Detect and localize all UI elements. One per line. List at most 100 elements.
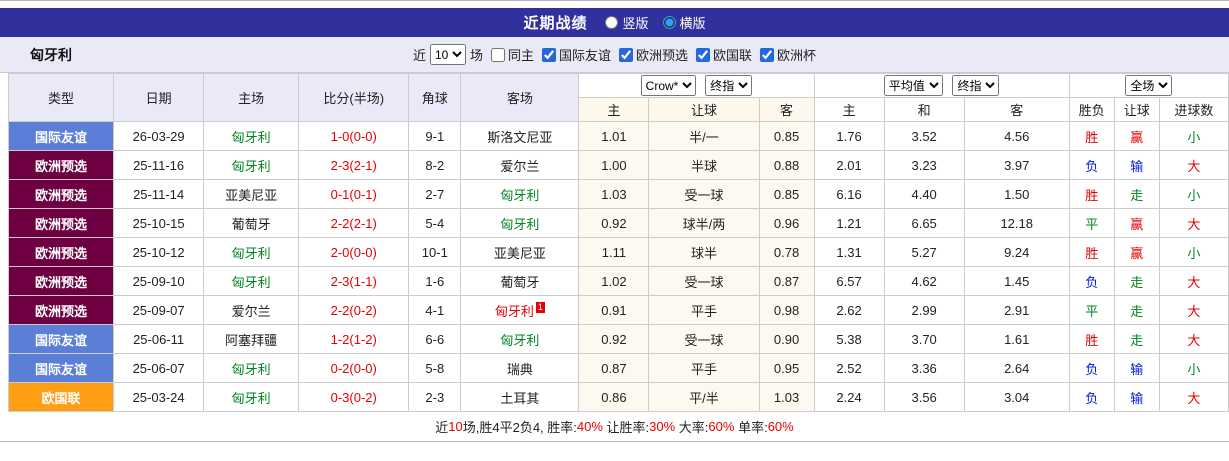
away-team-link[interactable]: 爱尔兰 [460,150,580,180]
match-score-link[interactable]: 2-3(2-1) [298,150,410,180]
match-date: 25-09-10 [113,266,205,296]
match-score-link[interactable]: 2-0(0-0) [298,237,410,267]
match-count-select[interactable]: 10 [429,44,466,65]
col-header-odds-away: 客 [758,97,815,122]
avg-draw-odds: 3.56 [883,382,965,412]
match-score-link[interactable]: 1-0(0-0) [298,121,410,151]
home-team-link[interactable]: 匈牙利 [203,150,300,180]
bookmaker-handicap: 球半/两 [648,208,760,238]
match-score-link[interactable]: 1-2(1-2) [298,324,410,354]
horizontal-layout-radio[interactable]: 横版 [662,13,706,32]
home-team-link[interactable]: 匈牙利 [203,382,300,412]
match-score-link[interactable]: 0-3(0-2) [298,382,410,412]
home-team-link[interactable]: 亚美尼亚 [203,179,300,209]
corner-count: 5-8 [408,353,462,383]
avg-home-odds: 1.21 [813,208,885,238]
avg-away-odds: 1.50 [963,179,1070,209]
home-team-link[interactable]: 爱尔兰 [203,295,300,325]
filter-checkbox-0[interactable]: 同主 [490,45,534,64]
win-loss-result: 负 [1068,150,1115,180]
corner-count: 2-7 [408,179,462,209]
match-row: 欧洲预选 25-09-10 匈牙利 2-3(1-1) 1-6 葡萄牙 1.02 受一球 0.87… [7,266,1229,296]
bookmaker-handicap: 半球 [648,150,760,180]
win-loss-result: 负 [1068,382,1115,412]
summary-segment: 40% [576,419,603,434]
corner-count: 9-1 [408,121,462,151]
match-score-link[interactable]: 2-2(0-2) [298,295,410,325]
handicap-result: 赢 [1113,121,1160,151]
away-team-link[interactable]: 斯洛文尼亚 [460,121,580,151]
handicap-result: 赢 [1113,208,1160,238]
goal-total-result: 小 [1158,121,1229,151]
bookmaker-select[interactable]: Crow* [640,75,696,96]
bookmaker-odds-time-select[interactable]: 终指 [705,75,753,96]
away-team-link[interactable]: 匈牙利 [460,324,580,354]
avg-draw-odds: 3.23 [883,150,965,180]
bookmaker-away-odds: 1.03 [758,382,815,412]
recent-results-panel: 近期战绩 竖版 横版 匈牙利 近 10 场 同主 国际友谊 欧洲预选 欧国联 欧洲杯 类型… [0,0,1229,445]
home-team-link[interactable]: 匈牙利 [203,121,300,151]
avg-away-odds: 1.45 [963,266,1070,296]
fulltime-select[interactable]: 全场 [1125,75,1173,96]
match-score-link[interactable]: 2-3(1-1) [298,266,410,296]
home-team-link[interactable]: 阿塞拜疆 [203,324,300,354]
match-row: 欧洲预选 25-09-07 爱尔兰 2-2(0-2) 4-1 匈牙利 1 0.91 平手 0.98… [7,295,1229,325]
filter-checkbox-1[interactable]: 国际友谊 [541,45,611,64]
win-loss-result: 平 [1068,208,1115,238]
avg-draw-odds: 3.52 [883,121,965,151]
filter-checkbox-3[interactable]: 欧国联 [696,45,752,64]
home-team-link[interactable]: 匈牙利 [203,237,300,267]
away-team-link[interactable]: 匈牙利 1 [460,295,580,325]
checkbox-input[interactable] [619,47,633,62]
avg-draw-odds: 4.40 [883,179,965,209]
home-team-link[interactable]: 匈牙利 [203,266,300,296]
avg-home-odds: 2.62 [813,295,885,325]
radio-input[interactable] [605,16,619,29]
handicap-result: 赢 [1113,237,1160,267]
match-date: 25-11-14 [113,179,205,209]
match-type-badge: 国际友谊 [7,121,115,151]
avg-home-odds: 6.16 [813,179,885,209]
checkbox-input[interactable] [760,47,775,62]
away-team-link[interactable]: 匈牙利 [460,179,580,209]
away-team-link[interactable]: 匈牙利 [460,208,580,238]
bookmaker-handicap: 受一球 [648,179,760,209]
match-row: 国际友谊 26-03-29 匈牙利 1-0(0-0) 9-1 斯洛文尼亚 1.01 半/一 0.… [7,121,1229,151]
home-team-link[interactable]: 匈牙利 [203,353,300,383]
radio-input[interactable] [662,16,676,29]
goal-total-result: 大 [1158,324,1229,354]
col-header-odds-home: 主 [578,97,650,122]
radio-label-text: 横版 [679,16,706,31]
home-team-link[interactable]: 葡萄牙 [203,208,300,238]
bookmaker-away-odds: 0.85 [758,179,815,209]
team-name: 匈牙利 [30,46,72,63]
checkbox-label-text: 欧洲杯 [777,48,817,63]
avg-away-odds: 12.18 [963,208,1070,238]
filter-checkbox-4[interactable]: 欧洲杯 [760,45,816,64]
away-team-link[interactable]: 亚美尼亚 [460,237,580,267]
checkbox-label-text: 同主 [507,48,534,63]
avg-home-odds: 2.52 [813,353,885,383]
checkbox-input[interactable] [696,47,711,62]
checkbox-input[interactable] [541,47,556,62]
corner-count: 5-4 [408,208,462,238]
col-header-goals: 进球数 [1158,97,1229,122]
avg-home-odds: 1.31 [813,237,885,267]
top-divider [0,0,1229,1]
filter-checkbox-2[interactable]: 欧洲预选 [619,45,688,64]
bookmaker-home-odds: 1.00 [578,150,650,180]
vertical-layout-radio[interactable]: 竖版 [605,13,649,32]
away-team-link[interactable]: 土耳其 [460,382,580,412]
europe-odds-time-select[interactable]: 终指 [952,75,1000,96]
average-select[interactable]: 平均值 [883,75,943,96]
goal-total-result: 大 [1158,150,1229,180]
match-score-link[interactable]: 0-2(0-0) [298,353,410,383]
match-score-link[interactable]: 0-1(0-1) [298,179,410,209]
away-team-link[interactable]: 葡萄牙 [460,266,580,296]
handicap-result: 走 [1113,179,1160,209]
match-score-link[interactable]: 2-2(2-1) [298,208,410,238]
away-team-link[interactable]: 瑞典 [460,353,580,383]
corner-count: 1-6 [408,266,462,296]
corner-count: 8-2 [408,150,462,180]
checkbox-input[interactable] [490,47,505,62]
